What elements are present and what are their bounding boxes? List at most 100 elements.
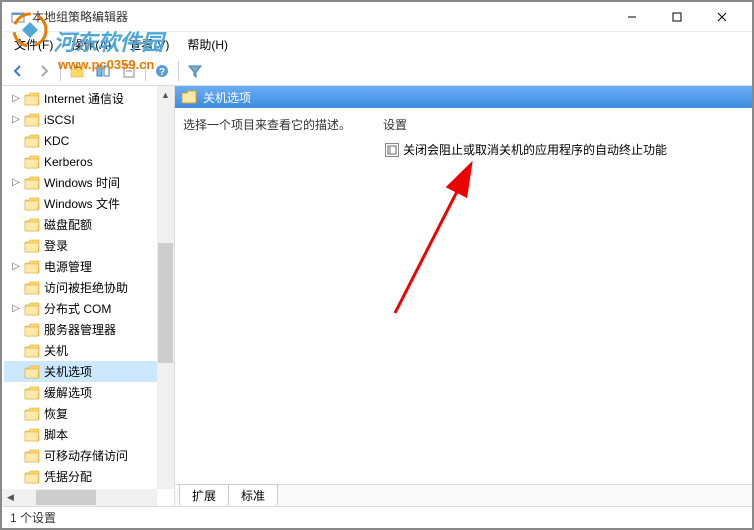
panel-icon: [95, 63, 111, 79]
filter-icon: [187, 63, 203, 79]
tree-node-label: iSCSI: [44, 113, 75, 127]
tree-node-label: 分布式 COM: [44, 300, 111, 317]
tab-extended[interactable]: 扩展: [179, 484, 229, 506]
tree-node[interactable]: 访问被拒绝协助: [4, 277, 172, 298]
tree-node-label: KDC: [44, 134, 69, 148]
folder-icon: [181, 90, 197, 104]
tree-node[interactable]: ▷ 分布式 COM: [4, 298, 172, 319]
tree-expand-icon[interactable]: [10, 156, 22, 168]
help-button[interactable]: ?: [150, 59, 174, 83]
back-button[interactable]: [6, 59, 30, 83]
tree-node-label: 登录: [44, 237, 68, 254]
minimize-button[interactable]: [609, 3, 654, 31]
tree-node[interactable]: ▷ iSCSI: [4, 109, 172, 130]
tree-node[interactable]: 磁盘配额: [4, 214, 172, 235]
menu-file[interactable]: 文件(F): [6, 34, 61, 55]
titlebar: 本地组策略编辑器: [2, 2, 752, 32]
settings-column: 设置 关闭会阻止或取消关机的应用程序的自动终止功能: [383, 116, 744, 476]
filter-button[interactable]: [183, 59, 207, 83]
tree-expand-icon[interactable]: [10, 135, 22, 147]
toolbar-separator: [145, 61, 146, 81]
tree-node[interactable]: 凭据分配: [4, 466, 172, 487]
tree-node-label: 可移动存储访问: [44, 447, 128, 464]
tree-expand-icon[interactable]: [10, 408, 22, 420]
help-icon: ?: [154, 63, 170, 79]
close-icon: [717, 12, 727, 22]
tree-expand-icon[interactable]: [10, 240, 22, 252]
minimize-icon: [627, 12, 637, 22]
setting-item[interactable]: 关闭会阻止或取消关机的应用程序的自动终止功能: [383, 139, 744, 160]
tree-node[interactable]: ▷ Windows 时间: [4, 172, 172, 193]
up-button[interactable]: [65, 59, 89, 83]
tree-node[interactable]: Kerberos: [4, 151, 172, 172]
tree-node[interactable]: 可移动存储访问: [4, 445, 172, 466]
statusbar-text: 1 个设置: [10, 509, 56, 526]
scroll-left-button[interactable]: ◀: [2, 489, 19, 506]
tree-expand-icon[interactable]: [10, 324, 22, 336]
menu-action[interactable]: 操作(A): [63, 34, 119, 55]
tree-expand-icon[interactable]: [10, 429, 22, 441]
toolbar-separator: [178, 61, 179, 81]
content-body: 选择一个项目来查看它的描述。 设置 关闭会阻止或取消关机的应用程序的自动终止功能: [175, 108, 752, 484]
policy-icon: [385, 143, 399, 157]
tree-expand-icon[interactable]: [10, 219, 22, 231]
tree-expand-icon[interactable]: [10, 366, 22, 378]
tree-node-label: 关机选项: [44, 363, 92, 380]
tree-node[interactable]: 恢复: [4, 403, 172, 424]
tree-expand-icon[interactable]: [10, 198, 22, 210]
forward-button[interactable]: [32, 59, 56, 83]
tree-node-label: Windows 时间: [44, 174, 120, 191]
scroll-thumb[interactable]: [36, 490, 96, 505]
tree-node-label: Windows 文件: [44, 195, 120, 212]
tree-node-label: Internet 通信设: [44, 90, 124, 107]
properties-icon: [121, 63, 137, 79]
properties-button[interactable]: [117, 59, 141, 83]
statusbar: 1 个设置: [2, 506, 752, 528]
menubar: 文件(F) 操作(A) 查看(V) 帮助(H): [2, 32, 752, 56]
content-header-text: 关机选项: [203, 89, 251, 106]
content-header: 关机选项: [175, 86, 752, 108]
tab-standard[interactable]: 标准: [228, 484, 278, 506]
tree-node[interactable]: 脚本: [4, 424, 172, 445]
tree-node[interactable]: KDC: [4, 130, 172, 151]
tabs-bottom: 扩展 标准: [175, 484, 752, 506]
tree-expand-icon[interactable]: ▷: [10, 114, 22, 126]
horizontal-scrollbar[interactable]: ◀: [2, 489, 157, 506]
tree-node[interactable]: 缓解选项: [4, 382, 172, 403]
menu-help[interactable]: 帮助(H): [179, 34, 236, 55]
tree-expand-icon[interactable]: ▷: [10, 93, 22, 105]
tree-expand-icon[interactable]: [10, 345, 22, 357]
tree-expand-icon[interactable]: [10, 450, 22, 462]
close-button[interactable]: [699, 3, 744, 31]
tree-expand-icon[interactable]: ▷: [10, 303, 22, 315]
app-icon: [10, 9, 26, 25]
tree-node[interactable]: Windows 文件: [4, 193, 172, 214]
scroll-up-button[interactable]: ▲: [157, 86, 174, 103]
tree-expand-icon[interactable]: [10, 282, 22, 294]
tree-expand-icon[interactable]: ▷: [10, 177, 22, 189]
tree-node-label: 脚本: [44, 426, 68, 443]
maximize-button[interactable]: [654, 3, 699, 31]
tree-node[interactable]: 登录: [4, 235, 172, 256]
maximize-icon: [672, 12, 682, 22]
tree-node[interactable]: 关机选项: [4, 361, 172, 382]
tree-expand-icon[interactable]: [10, 387, 22, 399]
vertical-scrollbar[interactable]: ▲: [157, 86, 174, 489]
tree-node-label: 服务器管理器: [44, 321, 116, 338]
svg-text:?: ?: [159, 67, 165, 78]
tree-node[interactable]: ▷ Internet 通信设: [4, 88, 172, 109]
forward-icon: [36, 63, 52, 79]
tree-node[interactable]: 关机: [4, 340, 172, 361]
scroll-thumb[interactable]: [158, 243, 173, 363]
tree-node[interactable]: ▷ 电源管理: [4, 256, 172, 277]
tree-node-label: 电源管理: [44, 258, 92, 275]
tree-node[interactable]: 服务器管理器: [4, 319, 172, 340]
tree-expand-icon[interactable]: [10, 471, 22, 483]
show-hide-button[interactable]: [91, 59, 115, 83]
tree-node-label: 关机: [44, 342, 68, 359]
tree-expand-icon[interactable]: ▷: [10, 261, 22, 273]
main-area: ▷ Internet 通信设 ▷ iSCSI KDC Kerberos ▷ Windows 时…: [2, 86, 752, 506]
description-prompt: 选择一个项目来查看它的描述。: [183, 118, 351, 132]
tree-node-label: 缓解选项: [44, 384, 92, 401]
menu-view[interactable]: 查看(V): [121, 34, 177, 55]
